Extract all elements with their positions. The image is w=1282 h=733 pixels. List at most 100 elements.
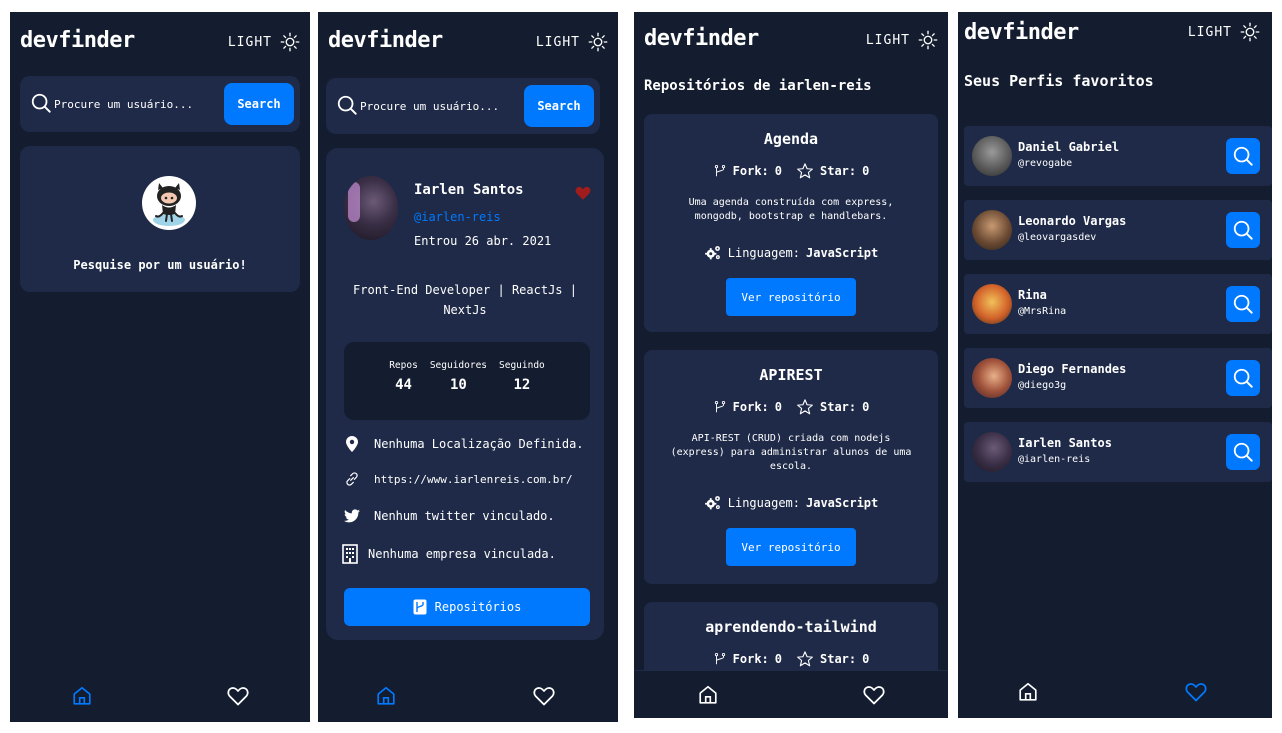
theme-toggle[interactable]: LIGHT: [536, 32, 608, 52]
open-profile-button[interactable]: [1226, 434, 1260, 470]
theme-label: LIGHT: [535, 34, 580, 50]
repo-name: aprendendo-tailwind: [705, 618, 877, 636]
fork-icon: [413, 599, 427, 615]
avatar: [972, 136, 1012, 176]
profile-login-link[interactable]: @iarlen-reis: [414, 210, 501, 224]
search-input[interactable]: [360, 96, 510, 116]
language-label: Linguagem:: [727, 246, 800, 260]
favorite-login: @MrsRina: [1018, 306, 1067, 317]
fork-label: Fork:: [732, 400, 769, 414]
repo-card: Agenda Fork: 0 Star: 0 Uma agenda constr…: [644, 114, 938, 332]
app-logo: devfinder: [328, 28, 443, 53]
favorite-login: @leovargasdev: [1018, 232, 1097, 243]
stat-followers: Seguidores 10: [430, 360, 487, 420]
repo-name: APIREST: [759, 366, 823, 384]
language-label: Linguagem:: [727, 496, 800, 510]
screen-repositories: devfinder LIGHT Repositórios de iarlen-r…: [634, 12, 948, 718]
repo-stats: Fork: 0 Star: 0: [644, 398, 938, 416]
star-count: 0: [862, 652, 870, 666]
sun-icon: [1240, 22, 1260, 42]
app-logo: devfinder: [964, 20, 1079, 45]
fork-icon: [713, 399, 727, 415]
info-blog: https://www.iarlenreis.com.br/: [344, 470, 596, 488]
profile-bio: Front-End Developer | ReactJs | NextJs: [353, 283, 577, 317]
bottom-nav: [10, 670, 310, 722]
view-repo-button[interactable]: Ver repositório: [726, 278, 856, 316]
info-company: Nenhuma empresa vinculada.: [342, 544, 596, 564]
fork-label: Fork:: [732, 164, 769, 178]
stat-value: 12: [513, 377, 531, 393]
stat-label: Repos: [389, 360, 418, 371]
fork-icon: [713, 651, 727, 667]
avatar: [972, 432, 1012, 472]
nav-home-button[interactable]: [68, 682, 96, 710]
theme-label: LIGHT: [227, 34, 272, 50]
search-button[interactable]: Search: [224, 83, 294, 125]
favorite-toggle-button[interactable]: [574, 184, 592, 206]
repo-card: APIREST Fork: 0 Star: 0 API-REST (CRUD) …: [644, 350, 938, 584]
theme-toggle[interactable]: LIGHT: [866, 30, 938, 50]
repo-language: Linguagem: JavaScript: [644, 244, 938, 262]
avatar: [344, 176, 398, 240]
home-icon: [71, 685, 93, 707]
search-icon: [1232, 293, 1254, 315]
theme-toggle[interactable]: LIGHT: [1188, 22, 1260, 42]
app-logo: devfinder: [20, 28, 135, 53]
link-icon: [344, 470, 360, 488]
star-label: Star:: [820, 652, 857, 666]
open-profile-button[interactable]: [1226, 360, 1260, 396]
nav-favorites-button[interactable]: [1182, 678, 1210, 706]
favorite-name: Rina: [1018, 288, 1047, 302]
favorite-login: @iarlen-reis: [1018, 454, 1091, 465]
search-input[interactable]: [54, 94, 204, 114]
heart-icon: [532, 684, 556, 708]
nav-home-button[interactable]: [1014, 678, 1042, 706]
star-icon: [796, 398, 814, 416]
fork-icon: [713, 163, 727, 179]
empty-message: Pesquise por um usuário!: [73, 258, 247, 272]
top-bar: devfinder LIGHT: [10, 12, 310, 72]
favorite-item: Leonardo Vargas @leovargasdev: [964, 200, 1272, 260]
profile-name: Iarlen Santos: [414, 182, 524, 198]
open-profile-button[interactable]: [1226, 212, 1260, 248]
heart-filled-icon: [575, 186, 591, 200]
octocat-icon: [142, 176, 196, 230]
nav-favorites-button[interactable]: [530, 682, 558, 710]
favorites-title: Seus Perfis favoritos: [964, 72, 1154, 90]
favorite-name: Daniel Gabriel: [1018, 140, 1120, 154]
repositories-button[interactable]: Repositórios: [344, 588, 590, 626]
gears-icon: [704, 244, 722, 262]
favorite-item: Diego Fernandes @diego3g: [964, 348, 1272, 408]
nav-favorites-button[interactable]: [224, 682, 252, 710]
nav-favorites-button[interactable]: [860, 681, 888, 709]
stat-repos: Repos 44: [389, 360, 418, 420]
nav-home-button[interactable]: [372, 682, 400, 710]
open-profile-button[interactable]: [1226, 286, 1260, 322]
nav-home-button[interactable]: [694, 681, 722, 709]
search-icon: [30, 92, 52, 114]
home-icon: [1017, 681, 1039, 703]
theme-label: LIGHT: [1187, 24, 1232, 40]
top-bar: devfinder LIGHT: [958, 12, 1272, 72]
repo-description: Uma agenda construída com express, mongo…: [688, 197, 894, 222]
star-label: Star:: [820, 400, 857, 414]
building-icon: [342, 544, 358, 564]
search-icon: [1232, 145, 1254, 167]
view-repo-button[interactable]: Ver repositório: [726, 528, 856, 566]
location-text: Nenhuma Localização Definida.: [374, 437, 584, 451]
search-icon: [336, 94, 358, 116]
avatar: [972, 358, 1012, 398]
gears-icon: [704, 494, 722, 512]
screen-search-empty: devfinder LIGHT Search Pesquise por um u…: [10, 12, 310, 722]
heart-icon: [862, 683, 886, 707]
theme-toggle[interactable]: LIGHT: [228, 32, 300, 52]
bottom-nav: [318, 670, 618, 722]
blog-link[interactable]: https://www.iarlenreis.com.br/: [374, 473, 573, 486]
stat-value: 10: [449, 377, 467, 393]
open-profile-button[interactable]: [1226, 138, 1260, 174]
search-button[interactable]: Search: [524, 85, 594, 127]
favorite-name: Leonardo Vargas: [1018, 214, 1127, 228]
fork-label: Fork:: [732, 652, 769, 666]
stat-label: Seguindo: [499, 360, 545, 371]
fork-count: 0: [774, 164, 782, 178]
